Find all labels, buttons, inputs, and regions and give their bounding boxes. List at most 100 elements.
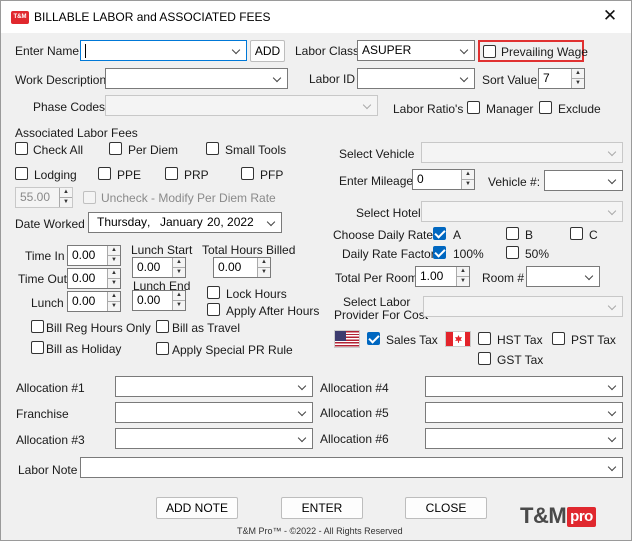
bill-as-travel-checkbox[interactable] [156,320,169,333]
time-in-spinner[interactable]: 0.00 ▲ ▼ [67,245,121,266]
spinner-arrows-icon[interactable]: ▲ ▼ [571,69,584,88]
total-hours-billed-spinner[interactable]: 0.00 ▲ ▼ [213,257,271,278]
allocation-1-label: Allocation #1 [16,381,85,395]
chevron-down-icon[interactable] [362,96,374,115]
room-number-select[interactable] [526,266,600,287]
chevron-down-icon[interactable] [584,267,596,286]
hst-tax-checkbox[interactable] [478,332,491,345]
chevron-down-icon[interactable] [607,202,619,221]
sort-value-spinner[interactable]: 7 ▲ ▼ [538,68,585,89]
modify-per-diem-label: Uncheck - Modify Per Diem Rate [101,191,276,205]
spinner-arrows-icon[interactable]: ▲ ▼ [257,258,270,277]
chevron-down-icon[interactable] [297,403,309,422]
spinner-arrows-icon[interactable]: ▲ ▼ [172,258,185,277]
franchise-select[interactable] [115,402,313,423]
chevron-down-icon[interactable] [607,171,619,190]
allocation-5-select[interactable] [425,402,623,423]
labor-class-select[interactable]: ASUPER [357,40,475,61]
lunch-spinner[interactable]: 0.00 ▲ ▼ [67,291,121,312]
rate-c-checkbox[interactable] [570,227,583,240]
enter-button[interactable]: ENTER [281,497,363,519]
name-combobox[interactable] [80,40,247,61]
add-note-button[interactable]: ADD NOTE [156,497,238,519]
chevron-down-icon[interactable] [297,377,309,396]
chevron-down-icon[interactable] [459,69,471,88]
manager-checkbox[interactable] [467,101,480,114]
modify-per-diem-checkbox[interactable] [83,191,96,204]
prevailing-wage-checkbox[interactable] [483,45,496,58]
sales-tax-checkbox[interactable] [367,332,380,345]
allocation-6-label: Allocation #6 [320,432,389,446]
chevron-down-icon[interactable] [266,213,278,232]
rate-b-checkbox[interactable] [506,227,519,240]
spinner-arrows-icon[interactable]: ▲ ▼ [456,267,469,286]
labor-provider-select[interactable] [423,296,623,317]
chevron-down-icon[interactable] [459,41,471,60]
close-window-icon[interactable]: ✕ [599,5,621,27]
total-hours-billed-label: Total Hours Billed [202,243,296,257]
bill-reg-hours-only-checkbox[interactable] [31,320,44,333]
phase-codes-select[interactable] [105,95,378,116]
lock-hours-checkbox[interactable] [207,286,220,299]
lodging-checkbox[interactable] [15,167,28,180]
bill-reg-hours-only-label: Bill Reg Hours Only [46,321,151,335]
apply-after-hours-label: Apply After Hours [226,304,320,318]
spinner-arrows-icon[interactable]: ▲ ▼ [107,292,120,311]
select-vehicle-select[interactable] [421,142,623,163]
select-hotel-select[interactable] [421,201,623,222]
per-diem-amount-spinner[interactable]: 55.00 ▲ ▼ [15,187,73,208]
gst-tax-checkbox[interactable] [478,352,491,365]
chevron-down-icon[interactable] [607,143,619,162]
chevron-down-icon[interactable] [272,69,284,88]
spinner-arrows-icon[interactable]: ▲ ▼ [172,291,185,310]
labor-id-select[interactable] [357,68,475,89]
vehicle-number-select[interactable] [544,170,623,191]
allocation-3-select[interactable] [115,428,313,449]
spinner-arrows-icon[interactable]: ▲ ▼ [107,246,120,265]
chevron-down-icon[interactable] [607,297,619,316]
mileage-spinner[interactable]: 0 ▲ ▼ [412,169,475,190]
prp-checkbox[interactable] [165,167,178,180]
add-name-button[interactable]: ADD [250,40,285,62]
small-tools-checkbox[interactable] [206,142,219,155]
per-diem-checkbox[interactable] [109,142,122,155]
ppe-checkbox[interactable] [98,167,111,180]
bill-as-holiday-checkbox[interactable] [31,341,44,354]
lunch-end-spinner[interactable]: 0.00 ▲ ▼ [132,290,186,311]
gst-tax-label: GST Tax [497,353,544,367]
factor-100-checkbox[interactable] [433,246,446,259]
spinner-arrows-icon[interactable]: ▲ ▼ [59,188,72,207]
date-worked-label: Date Worked [15,217,85,231]
lunch-value: 0.00 [72,294,96,308]
total-per-room-spinner[interactable]: 1.00 ▲ ▼ [415,266,470,287]
chevron-down-icon[interactable] [607,429,619,448]
spinner-arrows-icon[interactable]: ▲ ▼ [107,269,120,288]
labor-note-select[interactable] [80,457,623,478]
chevron-down-icon[interactable] [607,458,619,477]
lunch-start-value: 0.00 [137,260,161,274]
exclude-checkbox[interactable] [539,101,552,114]
rate-a-checkbox[interactable] [433,227,446,240]
check-all-checkbox[interactable] [15,142,28,155]
apply-special-pr-rule-checkbox[interactable] [156,342,169,355]
chevron-down-icon[interactable] [297,429,309,448]
allocation-4-select[interactable] [425,376,623,397]
text-caret [85,44,86,58]
work-description-select[interactable] [105,68,288,89]
lodging-label: Lodging [34,168,77,182]
allocation-1-select[interactable] [115,376,313,397]
chevron-down-icon[interactable] [607,377,619,396]
allocation-6-select[interactable] [425,428,623,449]
lunch-start-spinner[interactable]: 0.00 ▲ ▼ [132,257,186,278]
pfp-checkbox[interactable] [241,167,254,180]
spinner-arrows-icon[interactable]: ▲ ▼ [461,170,474,189]
factor-50-checkbox[interactable] [506,246,519,259]
close-button[interactable]: CLOSE [405,497,487,519]
chevron-down-icon[interactable] [231,41,243,60]
time-out-spinner[interactable]: 0.00 ▲ ▼ [67,268,121,289]
apply-after-hours-checkbox[interactable] [207,303,220,316]
chevron-down-icon[interactable] [607,403,619,422]
pst-tax-checkbox[interactable] [552,332,565,345]
total-hours-billed-value: 0.00 [218,260,242,274]
date-worked-picker[interactable]: Thursday , January 20, 2022 [88,212,282,233]
